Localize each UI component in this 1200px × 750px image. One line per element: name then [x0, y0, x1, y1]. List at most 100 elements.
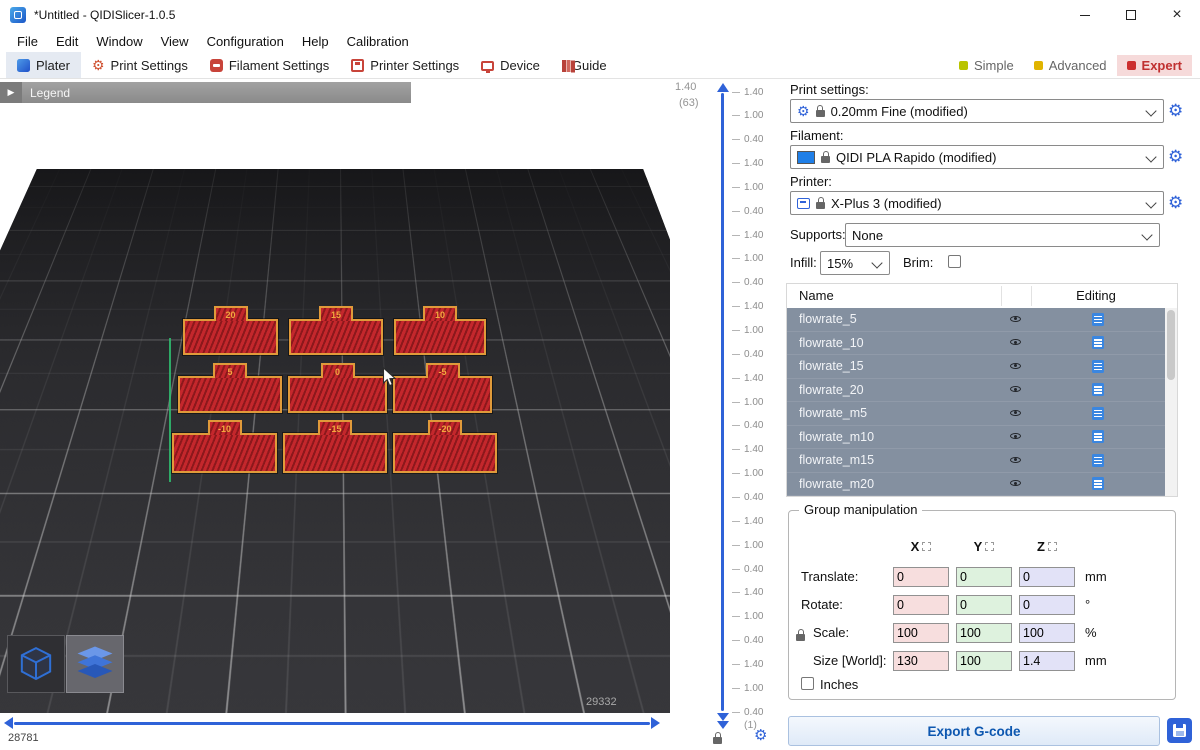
tab-device[interactable]: Device: [470, 52, 551, 78]
list-item-flowrate-15[interactable]: flowrate_15: [787, 355, 1165, 379]
menu-item-view[interactable]: View: [152, 32, 198, 51]
tick-value: 1.40: [744, 373, 763, 384]
tab-filament-settings[interactable]: Filament Settings: [199, 52, 340, 78]
brim-checkbox[interactable]: [948, 255, 961, 268]
editing-icon[interactable]: [1092, 430, 1104, 443]
list-item-flowrate-20[interactable]: flowrate_20: [787, 379, 1165, 403]
minimize-button[interactable]: [1062, 0, 1108, 30]
rotate-x-input[interactable]: [893, 595, 949, 615]
plate-object-flowrate-5[interactable]: -5: [393, 376, 492, 413]
tab-print-settings[interactable]: ⚙Print Settings: [81, 52, 199, 78]
tick-value: 1.00: [744, 540, 763, 551]
legend-label: Legend: [30, 86, 70, 100]
visibility-eye-icon[interactable]: [1010, 336, 1023, 349]
mode-expert[interactable]: Expert: [1117, 55, 1192, 76]
editing-icon[interactable]: [1092, 454, 1104, 467]
translate-x-input[interactable]: [893, 567, 949, 587]
vertical-layer-slider[interactable]: [721, 93, 724, 711]
size-world-y-input[interactable]: [956, 651, 1012, 671]
printer-combo[interactable]: X-Plus 3 (modified): [790, 191, 1164, 215]
plate-object-flowrate-20[interactable]: -20: [393, 433, 497, 473]
editing-icon[interactable]: [1092, 360, 1104, 373]
list-item-flowrate-m5[interactable]: flowrate_m5: [787, 402, 1165, 426]
menu-item-window[interactable]: Window: [87, 32, 151, 51]
list-item-flowrate-10[interactable]: flowrate_10: [787, 332, 1165, 356]
3d-viewport[interactable]: Legend 20151050-5-10-15-20 29332 28781: [0, 79, 670, 750]
3d-view-button[interactable]: [7, 635, 65, 693]
editing-icon[interactable]: [1092, 313, 1104, 326]
plate-object-flowrate-10[interactable]: 10: [394, 319, 486, 355]
print-settings-edit-gear[interactable]: ⚙: [1168, 102, 1183, 119]
layer-slider-top-value: 1.40: [675, 81, 696, 93]
plate-object-flowrate-5[interactable]: 5: [178, 376, 282, 413]
visibility-eye-icon[interactable]: [1010, 454, 1023, 467]
scrollbar-thumb[interactable]: [1167, 310, 1175, 380]
supports-combo[interactable]: None: [845, 223, 1160, 247]
menu-item-edit[interactable]: Edit: [47, 32, 87, 51]
tab-printer-settings[interactable]: Printer Settings: [340, 52, 470, 78]
plate-object-flowrate-15[interactable]: 15: [289, 319, 383, 355]
hslider-right-arrow[interactable]: [651, 717, 660, 729]
layer-slider-down-arrow[interactable]: [717, 713, 729, 721]
filament-combo[interactable]: QIDI PLA Rapido (modified): [790, 145, 1164, 169]
mode-advanced[interactable]: Advanced: [1024, 55, 1117, 76]
editing-icon[interactable]: [1092, 336, 1104, 349]
list-item-flowrate-m10[interactable]: flowrate_m10: [787, 426, 1165, 450]
reset-x-icon[interactable]: [922, 542, 931, 551]
plate-object-flowrate-0[interactable]: 0: [288, 376, 387, 413]
size-world-x-input[interactable]: [893, 651, 949, 671]
tab-plater[interactable]: Plater: [6, 52, 81, 78]
scale-z-input[interactable]: [1019, 623, 1075, 643]
export-to-device-button[interactable]: [1167, 718, 1192, 743]
scale-y-input[interactable]: [956, 623, 1012, 643]
visibility-eye-icon[interactable]: [1010, 313, 1023, 326]
plate-object-flowrate-20[interactable]: 20: [183, 319, 278, 355]
maximize-button[interactable]: [1108, 0, 1154, 30]
printer-edit-gear[interactable]: ⚙: [1168, 194, 1183, 211]
menu-item-calibration[interactable]: Calibration: [338, 32, 418, 51]
scale-x-input[interactable]: [893, 623, 949, 643]
size-world-z-input[interactable]: [1019, 651, 1075, 671]
print-settings-combo[interactable]: ⚙ 0.20mm Fine (modified): [790, 99, 1164, 123]
visibility-eye-icon[interactable]: [1010, 477, 1023, 490]
menu-item-help[interactable]: Help: [293, 32, 338, 51]
layer-slider-up-arrow[interactable]: [717, 83, 729, 92]
visibility-eye-icon[interactable]: [1010, 407, 1023, 420]
filament-edit-gear[interactable]: ⚙: [1168, 148, 1183, 165]
horizontal-gcode-slider[interactable]: [14, 722, 650, 725]
reset-z-icon[interactable]: [1048, 542, 1057, 551]
export-gcode-button[interactable]: Export G-code: [788, 716, 1160, 746]
editing-icon[interactable]: [1092, 407, 1104, 420]
list-item-flowrate-5[interactable]: flowrate_5: [787, 308, 1165, 332]
menu-item-configuration[interactable]: Configuration: [198, 32, 293, 51]
infill-combo[interactable]: 15%: [820, 251, 890, 275]
reset-y-icon[interactable]: [985, 542, 994, 551]
plate-object-flowrate-10[interactable]: -10: [172, 433, 277, 473]
menu-item-file[interactable]: File: [8, 32, 47, 51]
translate-y-input[interactable]: [956, 567, 1012, 587]
tab-guide[interactable]: Guide: [551, 52, 618, 78]
plate-object-flowrate-15[interactable]: -15: [283, 433, 387, 473]
visibility-eye-icon[interactable]: [1010, 430, 1023, 443]
list-item-flowrate-m15[interactable]: flowrate_m15: [787, 449, 1165, 473]
hslider-left-arrow[interactable]: [4, 717, 13, 729]
close-button[interactable]: ×: [1154, 0, 1200, 30]
rotate-z-input[interactable]: [1019, 595, 1075, 615]
visibility-eye-icon[interactable]: [1010, 360, 1023, 373]
editing-icon[interactable]: [1092, 477, 1104, 490]
legend-bar[interactable]: Legend: [0, 82, 411, 103]
tick-dash: [732, 139, 740, 140]
rotate-y-input[interactable]: [956, 595, 1012, 615]
layers-view-button[interactable]: [66, 635, 124, 693]
uniform-scale-lock-icon[interactable]: [796, 629, 805, 641]
editing-icon[interactable]: [1092, 383, 1104, 396]
layer-slider-gear-icon[interactable]: ⚙: [754, 728, 767, 743]
visibility-eye-icon[interactable]: [1010, 383, 1023, 396]
translate-z-input[interactable]: [1019, 567, 1075, 587]
inches-checkbox[interactable]: [801, 677, 814, 690]
list-item-flowrate-m20[interactable]: flowrate_m20: [787, 473, 1165, 497]
object-list-scrollbar[interactable]: [1165, 308, 1177, 496]
mode-simple[interactable]: Simple: [949, 55, 1024, 76]
layer-slider-down-arrow-2[interactable]: [717, 721, 729, 729]
layer-slider-lock-icon[interactable]: [713, 732, 722, 744]
